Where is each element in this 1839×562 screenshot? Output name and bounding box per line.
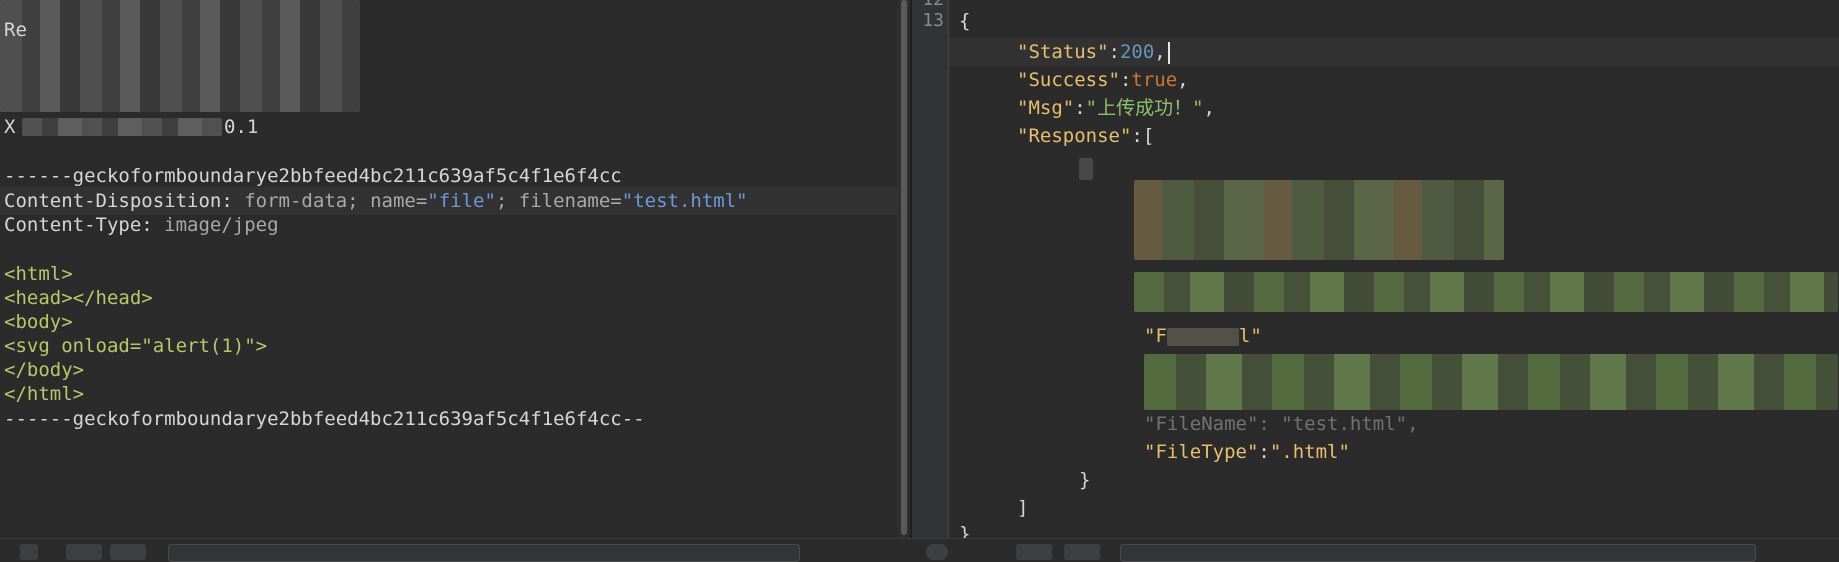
filetype-line: "FileType":".html" — [1144, 441, 1350, 463]
boundary-end: ------geckoformboundarye2bbfeed4bc211c63… — [4, 408, 645, 430]
redacted-header-value — [22, 118, 222, 136]
inner-close-brace: } — [1079, 469, 1091, 491]
close-bracket: ] — [1017, 497, 1029, 519]
partial-f-key-end: l" — [1238, 325, 1262, 347]
redacted-header-block — [0, 0, 360, 112]
response-editor[interactable]: 12 13 { "Status":200, "Success":true, "M… — [912, 0, 1839, 538]
success-line: "Success":true, — [1017, 69, 1189, 91]
filetype-key: "FileType" — [1144, 441, 1259, 463]
redacted-value-block — [1144, 354, 1838, 410]
filetype-value: ".html" — [1269, 441, 1350, 463]
content-type-line: Content-Type: image/jpeg — [4, 214, 279, 236]
response-search-input[interactable] — [1120, 544, 1756, 562]
msg-line: "Msg":"上传成功！", — [1017, 97, 1215, 119]
bottom-toolbar — [0, 538, 1839, 562]
content-disposition-value: form-data; name= — [232, 190, 428, 212]
response-open-bracket: [ — [1142, 125, 1155, 147]
request-scrollbar[interactable] — [898, 0, 910, 538]
msg-key: "Msg" — [1017, 97, 1075, 119]
status-line: "Status":200, — [1017, 38, 1170, 66]
filename-line-faded: "FileName": "test.html", — [1144, 413, 1419, 435]
content-disposition-header: Content-Disposition — [4, 190, 222, 212]
response-text-area[interactable]: { "Status":200, "Success":true, "Msg":"上… — [949, 0, 1839, 538]
text-caret — [1167, 41, 1170, 64]
json-close-brace: } — [959, 523, 971, 538]
response-line: "Response":[ — [1017, 125, 1155, 147]
request-scrollbar-thumb[interactable] — [901, 0, 907, 535]
partial-f-line: "F l" — [1144, 322, 1262, 350]
field-name-value: "file" — [427, 190, 496, 212]
line-number: 13 — [922, 10, 944, 31]
filename-separator: ; filename= — [495, 190, 622, 212]
json-open-brace: { — [959, 10, 971, 32]
success-key: "Success" — [1017, 69, 1120, 91]
status-value: 200 — [1119, 41, 1155, 63]
header-line-partial-1: Re — [4, 19, 27, 41]
line-number-gutter: 12 13 — [912, 0, 949, 538]
msg-value: "上传成功！" — [1085, 97, 1204, 119]
success-value: true — [1131, 69, 1178, 91]
response-key: "Response" — [1017, 125, 1132, 147]
redacted-response-url — [1134, 272, 1838, 312]
status-key: "Status" — [1017, 41, 1109, 63]
redacted-response-fields — [1134, 180, 1504, 260]
content-type-value: image/jpeg — [152, 214, 279, 236]
content-type-header: Content-Type — [4, 214, 142, 236]
request-editor[interactable]: Re X 0.1 ------geckoformboundarye2bbfeed… — [0, 0, 898, 538]
partial-f-key: "F — [1144, 325, 1167, 347]
request-search-input[interactable] — [168, 544, 800, 562]
redacted-object-start — [1079, 158, 1093, 180]
header-line-suffix: 0.1 — [224, 116, 259, 138]
redacted-key — [1166, 327, 1239, 346]
filename-value: "test.html" — [621, 190, 748, 212]
header-line-prefix: X — [4, 116, 16, 138]
boundary-start: ------geckoformboundarye2bbfeed4bc211c63… — [4, 165, 622, 187]
html-line-6: </html> — [4, 383, 85, 405]
header-line-partial-2: X — [4, 113, 15, 141]
